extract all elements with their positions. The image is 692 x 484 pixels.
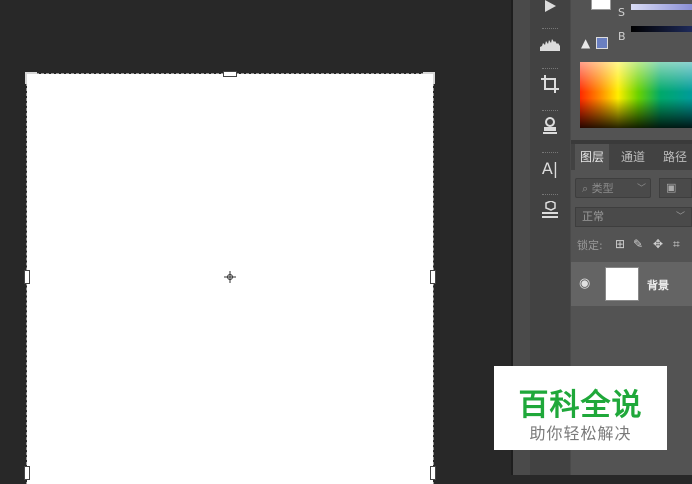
websafe-color-swatch[interactable] xyxy=(596,37,608,49)
layer-thumbnail xyxy=(605,267,639,301)
crop-handle-top[interactable] xyxy=(223,71,237,77)
histogram-button[interactable] xyxy=(530,26,570,62)
b-slider[interactable] xyxy=(631,26,692,32)
crop-corner-top-right[interactable] xyxy=(423,72,435,84)
s-slider[interactable] xyxy=(631,4,692,10)
grip-divider xyxy=(542,152,558,155)
tab-paths[interactable]: 路径 xyxy=(657,144,692,170)
grip-divider xyxy=(542,110,558,113)
watermark-logo: 百科全说 助你轻松解决 xyxy=(494,366,667,450)
stamp-icon xyxy=(543,117,557,134)
lock-label: 锁定: xyxy=(577,239,603,252)
blend-mode-value: 正常 xyxy=(582,210,604,223)
lock-row: 锁定: ⊞ ✎ ✥ ⌗ xyxy=(577,237,692,255)
3d-panel-button[interactable] xyxy=(530,192,570,228)
crop-handle-right[interactable] xyxy=(430,270,436,284)
stamp-tool-button[interactable] xyxy=(530,108,570,144)
lock-image-pixels-icon[interactable]: ✎ xyxy=(633,237,643,251)
grip-divider xyxy=(542,28,558,31)
layer-filter-dropdown[interactable]: ⌕ 类型 ﹀ xyxy=(575,178,651,198)
image-icon: ▣ xyxy=(666,181,677,194)
crop-icon xyxy=(541,75,559,93)
crop-corner-top-left[interactable] xyxy=(25,72,37,84)
color-spectrum[interactable] xyxy=(580,62,692,128)
chevron-down-icon: ﹀ xyxy=(636,184,646,194)
tab-channels[interactable]: 通道 xyxy=(615,144,651,170)
layer-row[interactable]: ◉ 背景 xyxy=(571,262,692,306)
document-canvas[interactable] xyxy=(24,71,436,484)
character-icon: A| xyxy=(541,158,559,178)
eye-icon[interactable]: ◉ xyxy=(579,276,590,291)
crop-handle-left[interactable] xyxy=(24,270,30,284)
chevron-down-icon: ﹀ xyxy=(675,212,685,222)
play-icon xyxy=(545,0,556,12)
crop-handle-bottom-left[interactable] xyxy=(24,466,30,480)
crop-handle-bottom-right[interactable] xyxy=(430,466,436,480)
blend-mode-dropdown[interactable]: 正常 ﹀ xyxy=(575,207,692,227)
image-filter-button[interactable]: ▣ xyxy=(659,178,692,198)
color-panel: S B ▲ xyxy=(571,0,692,140)
watermark-title: 百科全说 xyxy=(518,388,643,423)
watermark-subtitle: 助你轻松解决 xyxy=(529,424,632,443)
b-slider-label: B xyxy=(618,30,626,43)
crosshair-icon[interactable] xyxy=(224,271,236,283)
lock-position-icon[interactable]: ✥ xyxy=(653,237,663,251)
tab-layers[interactable]: 图层 xyxy=(575,144,609,170)
s-slider-label: S xyxy=(618,6,625,19)
search-icon: ⌕ xyxy=(582,182,589,195)
layers-panel-tabs: 图层 通道 路径 xyxy=(571,144,692,170)
layer-name: 背景 xyxy=(647,279,669,292)
foreground-color-swatch[interactable] xyxy=(591,0,611,10)
actions-button[interactable] xyxy=(530,0,570,24)
grip-divider xyxy=(542,194,558,197)
out-of-gamut-warning-icon[interactable]: ▲ xyxy=(581,36,590,50)
crop-tool-button[interactable] xyxy=(530,66,570,102)
canvas-area[interactable] xyxy=(0,0,511,484)
lock-transparent-pixels-icon[interactable]: ⊞ xyxy=(615,237,625,251)
lock-artboard-icon[interactable]: ⌗ xyxy=(673,237,680,252)
3d-cube-icon xyxy=(542,201,558,218)
grip-divider xyxy=(542,68,558,71)
character-panel-button[interactable]: A| xyxy=(530,150,570,186)
histogram-icon xyxy=(540,39,560,51)
layer-filter-label: 类型 xyxy=(591,182,614,195)
